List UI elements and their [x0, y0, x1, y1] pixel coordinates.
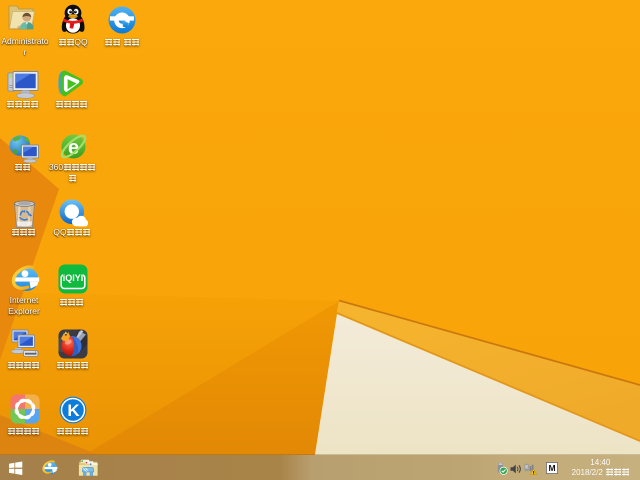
svg-text:M: M [548, 463, 555, 473]
svg-text:iQIYI: iQIYI [63, 273, 84, 283]
svg-text:K: K [67, 401, 80, 420]
